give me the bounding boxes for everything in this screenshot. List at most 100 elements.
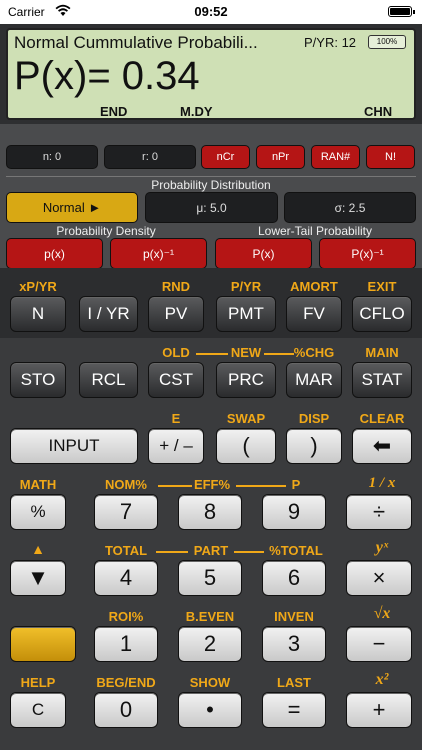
label-total: TOTAL xyxy=(104,543,148,558)
lowertail-label: Lower-Tail Probability xyxy=(257,224,373,238)
label-nom-pct: NOM% xyxy=(105,477,147,492)
label-part: PART xyxy=(193,543,229,558)
digit-8-key[interactable]: 8 xyxy=(178,494,242,530)
battery-indicator: 100% xyxy=(368,35,406,49)
digit-0-key[interactable]: 0 xyxy=(94,692,158,728)
random-button[interactable]: RAN# xyxy=(311,145,360,169)
sigma-field[interactable]: σ: 2.5 xyxy=(284,192,416,223)
up-arrow-icon: ▲ xyxy=(31,541,45,557)
label-pct-chg: %CHG xyxy=(293,345,335,360)
label-last: LAST xyxy=(277,675,311,690)
density-label: Probability Density xyxy=(56,224,156,238)
annunciator-chain: CHN xyxy=(364,104,393,119)
mu-field[interactable]: μ: 5.0 xyxy=(145,192,278,223)
label-swap: SWAP xyxy=(226,411,266,426)
panel-divider xyxy=(6,176,416,177)
n-field[interactable]: n: 0 xyxy=(6,145,98,169)
open-paren-key[interactable]: ( xyxy=(216,428,276,464)
distribution-label: Probability Distribution xyxy=(151,178,271,192)
digit-3-key[interactable]: 3 xyxy=(262,626,326,662)
prc-key[interactable]: PRC xyxy=(216,362,276,398)
close-paren-key[interactable]: ) xyxy=(286,428,342,464)
change-sign-key[interactable]: + / – xyxy=(148,428,204,464)
lcd-display: Normal Cummulative Probabili... P/YR: 12… xyxy=(6,28,416,120)
n-key[interactable]: N xyxy=(10,296,66,332)
equals-key[interactable]: = xyxy=(262,692,326,728)
backspace-key[interactable]: ⬅ xyxy=(352,428,412,464)
lowertail-inverse-button[interactable]: P(x)⁻¹ xyxy=(319,238,416,269)
add-key[interactable]: + xyxy=(346,692,412,728)
rcl-key[interactable]: RCL xyxy=(79,362,138,398)
label-p: P xyxy=(291,477,301,492)
digit-9-key[interactable]: 9 xyxy=(262,494,326,530)
density-inverse-button[interactable]: p(x)⁻¹ xyxy=(110,238,207,269)
label-eff-pct: EFF% xyxy=(193,477,231,492)
label-e: E xyxy=(171,411,181,426)
battery-icon xyxy=(388,6,415,17)
label-line xyxy=(234,551,264,553)
digit-6-key[interactable]: 6 xyxy=(262,560,326,596)
label-show: SHOW xyxy=(189,675,231,690)
label-disp: DISP xyxy=(298,411,330,426)
density-button[interactable]: p(x) xyxy=(6,238,103,269)
lowertail-button[interactable]: P(x) xyxy=(215,238,312,269)
mar-key[interactable]: MAR xyxy=(286,362,342,398)
ncr-button[interactable]: nCr xyxy=(201,145,250,169)
label-power: yˣ xyxy=(375,539,389,556)
label-reciprocal: 1 / x xyxy=(368,475,396,491)
digit-4-key[interactable]: 4 xyxy=(94,560,158,596)
status-bar: Carrier 09:52 xyxy=(0,0,422,24)
npr-button[interactable]: nPr xyxy=(256,145,305,169)
down-arrow-key[interactable]: ▼ xyxy=(10,560,66,596)
subtract-key[interactable]: − xyxy=(346,626,412,662)
label-line xyxy=(158,485,192,487)
label-line xyxy=(236,485,286,487)
label-xpyr: xP/YR xyxy=(19,279,57,294)
digit-5-key[interactable]: 5 xyxy=(178,560,242,596)
pmt-key[interactable]: PMT xyxy=(216,296,276,332)
label-amort: AMORT xyxy=(290,279,338,294)
keypad: xP/YR RND P/YR AMORT EXIT N I / YR PV PM… xyxy=(0,268,422,750)
annunciator-end: END xyxy=(100,104,128,119)
r-field[interactable]: r: 0 xyxy=(104,145,196,169)
digit-7-key[interactable]: 7 xyxy=(94,494,158,530)
label-exit: EXIT xyxy=(367,279,397,294)
digit-2-key[interactable]: 2 xyxy=(178,626,242,662)
display-readout: P(x)= 0.34 xyxy=(14,54,200,98)
label-inven: INVEN xyxy=(274,609,314,624)
divide-key[interactable]: ÷ xyxy=(346,494,412,530)
stat-key[interactable]: STAT xyxy=(352,362,412,398)
multiply-key[interactable]: × xyxy=(346,560,412,596)
factorial-button[interactable]: N! xyxy=(366,145,415,169)
label-roi-pct: ROI% xyxy=(108,609,144,624)
cflo-key[interactable]: CFLO xyxy=(352,296,412,332)
fv-key[interactable]: FV xyxy=(286,296,342,332)
annunciator-date-format: M.DY xyxy=(180,104,213,119)
label-clear: CLEAR xyxy=(359,411,405,426)
probability-panel: n: 0 r: 0 nCr nPr RAN# N! Probability Di… xyxy=(0,124,422,269)
label-line xyxy=(156,551,188,553)
label-help: HELP xyxy=(20,675,56,690)
shift-key[interactable] xyxy=(10,626,76,662)
label-main: MAIN xyxy=(365,345,399,360)
pv-key[interactable]: PV xyxy=(148,296,204,332)
digit-1-key[interactable]: 1 xyxy=(94,626,158,662)
label-square-root: √x xyxy=(373,605,391,622)
distribution-selector[interactable]: Normal ► xyxy=(6,192,138,223)
label-beg-end: BEG/END xyxy=(96,675,156,690)
display-title: Normal Cummulative Probabili... xyxy=(14,33,258,52)
label-pct-total: %TOTAL xyxy=(269,543,323,558)
sto-key[interactable]: STO xyxy=(10,362,66,398)
label-square: x² xyxy=(375,671,389,688)
cst-key[interactable]: CST xyxy=(148,362,204,398)
pyr-indicator: P/YR: 12 xyxy=(304,35,357,50)
label-math: MATH xyxy=(19,477,57,492)
decimal-key[interactable]: • xyxy=(178,692,242,728)
label-pyr: P/YR xyxy=(230,279,262,294)
clock: 09:52 xyxy=(194,4,228,19)
i-yr-key[interactable]: I / YR xyxy=(79,296,138,332)
clear-key[interactable]: C xyxy=(10,692,66,728)
percent-key[interactable]: % xyxy=(10,494,66,530)
input-key[interactable]: INPUT xyxy=(10,428,138,464)
display-bezel: Normal Cummulative Probabili... P/YR: 12… xyxy=(0,24,422,124)
